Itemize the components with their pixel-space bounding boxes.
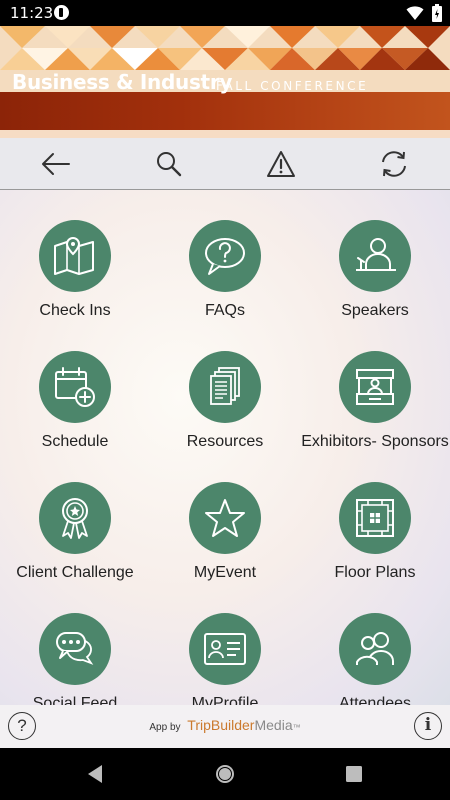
nav-back-icon[interactable] xyxy=(84,762,108,786)
grid-label: MyEvent xyxy=(193,564,257,581)
back-arrow-icon xyxy=(42,152,71,175)
grid-item-floor-plans[interactable]: Floor Plans xyxy=(300,482,450,582)
banner-title: Business & Industry xyxy=(12,70,233,94)
grid-label: Client Challenge xyxy=(16,564,134,581)
grid-item-faqs[interactable]: FAQs xyxy=(150,220,300,320)
floor-plan-icon xyxy=(356,499,394,537)
grid-label: Floor Plans xyxy=(334,564,416,581)
trademark-mark: ™ xyxy=(292,723,301,732)
banner-strip xyxy=(0,92,450,130)
footer-bar: ? App by TripBuilderMedia™ i xyxy=(0,705,450,748)
grid-item-myprofile[interactable]: MyProfile xyxy=(150,613,300,705)
notification-app-icon xyxy=(54,5,69,20)
grid-label: MyProfile xyxy=(191,695,259,705)
grid-label: Speakers xyxy=(341,302,409,319)
grid-item-check-ins[interactable]: Check Ins xyxy=(0,220,150,320)
conference-banner: Business & Industry FALL CONFERENCE xyxy=(0,26,450,138)
alert-icon xyxy=(267,150,296,177)
wifi-icon xyxy=(406,6,424,20)
grid-label: Attendees xyxy=(338,695,412,705)
grid-label: Exhibitors- Sponsors xyxy=(301,433,449,450)
grid-item-speakers[interactable]: Speakers xyxy=(300,220,450,320)
documents-icon xyxy=(210,367,240,405)
refresh-button[interactable] xyxy=(371,141,417,187)
people-icon xyxy=(356,632,394,665)
grid-item-schedule[interactable]: Schedule xyxy=(0,351,150,451)
credit-brand-tripbuilder: TripBuilder xyxy=(187,717,255,733)
status-time: 11:23 xyxy=(10,4,54,22)
alerts-button[interactable] xyxy=(258,141,304,187)
calendar-add-icon xyxy=(55,367,95,407)
chat-bubbles-icon xyxy=(56,632,94,665)
grid-label: FAQs xyxy=(204,302,245,319)
grid-label: Resources xyxy=(186,433,264,450)
status-indicators xyxy=(406,4,442,22)
info-button[interactable]: i xyxy=(414,712,442,740)
booth-icon xyxy=(356,369,394,405)
grid-label: Check Ins xyxy=(39,302,111,319)
status-bar: 11:23 xyxy=(0,0,450,26)
banner-subtitle: FALL CONFERENCE xyxy=(216,79,369,93)
nav-home-icon[interactable] xyxy=(213,762,237,786)
app-credit[interactable]: App by TripBuilderMedia™ xyxy=(0,717,450,733)
nav-recents-icon[interactable] xyxy=(342,762,366,786)
grid-label: Schedule xyxy=(41,433,109,450)
grid-item-client-challenge[interactable]: Client Challenge xyxy=(0,482,150,582)
id-card-icon xyxy=(204,633,246,665)
map-pin-icon xyxy=(54,236,94,275)
credit-prefix: App by xyxy=(149,722,181,733)
search-button[interactable] xyxy=(146,141,192,187)
question-bubble-icon xyxy=(205,238,245,275)
grid-item-exhibitors-sponsors[interactable]: Exhibitors- Sponsors xyxy=(300,351,450,451)
system-nav-bar xyxy=(0,748,450,800)
refresh-icon xyxy=(381,150,406,177)
back-button[interactable] xyxy=(33,141,79,187)
grid-item-myevent[interactable]: MyEvent xyxy=(150,482,300,582)
grid-item-resources[interactable]: Resources xyxy=(150,351,300,451)
grid-label: Social Feed xyxy=(32,695,118,705)
grid-item-attendees[interactable]: Attendees xyxy=(300,613,450,705)
speaker-icon xyxy=(356,238,396,271)
award-ribbon-icon xyxy=(62,498,88,539)
star-icon xyxy=(205,499,245,537)
main-grid: Check Ins FAQs Speakers Schedule Resourc… xyxy=(0,190,450,705)
credit-brand-media: Media xyxy=(254,717,293,733)
toolbar xyxy=(0,138,450,190)
battery-icon xyxy=(432,4,442,22)
search-icon xyxy=(156,151,181,176)
grid-item-social-feed[interactable]: Social Feed xyxy=(0,613,150,705)
